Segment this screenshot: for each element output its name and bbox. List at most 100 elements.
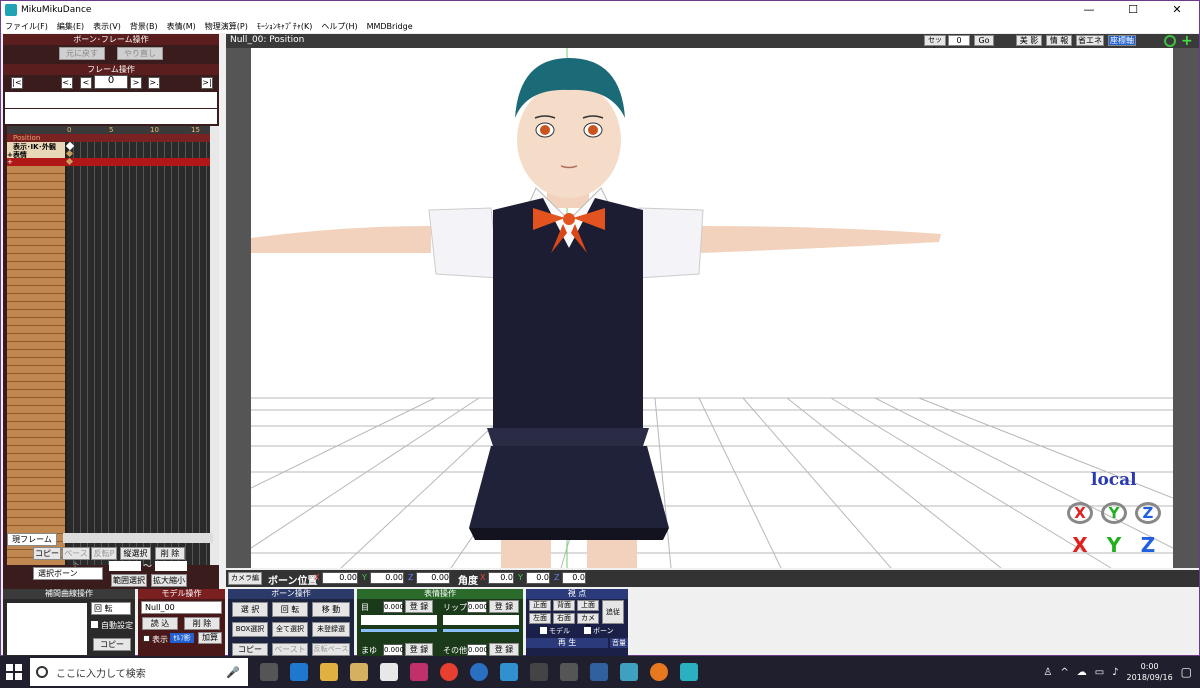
undo-button[interactable]: 元に戻す xyxy=(59,47,105,60)
bone-move-button[interactable]: 移 動 xyxy=(312,602,350,617)
lip-select-dropdown[interactable] xyxy=(443,615,519,625)
file-explorer-icon[interactable] xyxy=(350,663,368,681)
store-icon[interactable] xyxy=(320,663,338,681)
go-button[interactable]: Go xyxy=(974,35,994,46)
lip-value[interactable]: 0.000 xyxy=(467,601,488,613)
angle-x-input[interactable]: 0.0 xyxy=(488,572,514,584)
angle-z-input[interactable]: 0.0 xyxy=(562,572,586,584)
timeline-row-position[interactable]: Position xyxy=(7,134,210,142)
menu-edit[interactable]: 編集(E) xyxy=(57,21,84,32)
model-field-2[interactable] xyxy=(5,109,217,124)
menu-file[interactable]: ファイル(F) xyxy=(5,21,48,32)
redo-button[interactable]: やり直し xyxy=(117,47,163,60)
camera-edit-button[interactable]: カメラ編 xyxy=(228,572,262,585)
model-add-button[interactable]: 加算 xyxy=(198,632,222,644)
people-icon[interactable]: ♙ xyxy=(1043,667,1052,678)
eye-register-button[interactable]: 登 録 xyxy=(405,600,433,613)
menu-help[interactable]: ヘルプ(H) xyxy=(321,21,357,32)
unregistered-select-button[interactable]: 未登録選 xyxy=(312,622,350,637)
mail-icon[interactable] xyxy=(380,663,398,681)
range-select-button[interactable]: 範囲選択 xyxy=(111,574,147,587)
next-frame-button[interactable]: > xyxy=(130,77,142,89)
add-icon[interactable]: + xyxy=(1181,34,1193,48)
bone-rotate-button[interactable]: 回 転 xyxy=(272,602,308,617)
notification-icon[interactable]: ▢ xyxy=(1181,665,1192,679)
chrome-icon[interactable] xyxy=(440,663,458,681)
edge-icon[interactable] xyxy=(290,663,308,681)
windows-start-icon[interactable] xyxy=(6,664,22,680)
box-select-button[interactable]: BOX選択 xyxy=(232,622,268,637)
view-front-button[interactable]: 正面 xyxy=(529,600,551,611)
interp-copy-button[interactable]: コピー xyxy=(93,638,131,651)
set-frame-input[interactable]: 0 xyxy=(948,35,970,46)
brow-register-button[interactable]: 登 録 xyxy=(405,643,433,656)
clock[interactable]: 0:00 2018/09/16 xyxy=(1127,661,1173,683)
move-y-icon[interactable]: Y xyxy=(1099,534,1129,556)
timeline-row-expression[interactable]: +表情 xyxy=(7,150,65,159)
model-select-dropdown[interactable]: Null_00 xyxy=(141,601,222,614)
eye-slider[interactable] xyxy=(361,629,437,632)
reverse-paste-button[interactable]: 反転P xyxy=(91,547,117,560)
brow-value[interactable]: 0.000 xyxy=(383,644,404,656)
taskbar-search-box[interactable]: ここに入力して検索 🎤 xyxy=(30,658,248,686)
menu-view[interactable]: 表示(V) xyxy=(93,21,121,32)
volume-icon[interactable]: ♪ xyxy=(1112,667,1118,678)
first-frame-button[interactable]: |< xyxy=(11,77,23,89)
frame-number-input[interactable]: 0 xyxy=(94,75,128,89)
model-load-button[interactable]: 読 込 xyxy=(142,617,178,630)
prev-key-button[interactable]: <. xyxy=(61,77,73,89)
close-button[interactable]: ✕ xyxy=(1155,1,1199,19)
rotate-y-icon[interactable]: Y xyxy=(1101,502,1127,524)
timeline-row-selected[interactable]: + xyxy=(7,158,210,166)
model-field-1[interactable] xyxy=(5,92,217,108)
frame-grid[interactable] xyxy=(67,134,210,565)
delete-frame-button[interactable]: 削 除 xyxy=(155,547,185,560)
paste-frame-button[interactable]: ペースト xyxy=(62,547,90,569)
browser-icon[interactable] xyxy=(470,663,488,681)
current-frame-button[interactable]: 現フレーム xyxy=(7,533,57,546)
move-x-icon[interactable]: X xyxy=(1065,534,1095,556)
app-icon-pink[interactable] xyxy=(410,663,428,681)
view-back-button[interactable]: 背面 xyxy=(553,600,575,611)
bone-reverse-paste-button[interactable]: 反転ペースト xyxy=(312,643,350,664)
zoom-icon[interactable] xyxy=(1164,35,1176,47)
view-camera-button[interactable]: カメラ xyxy=(577,613,599,631)
app-icon-dark[interactable] xyxy=(530,663,548,681)
menu-motion-capture[interactable]: ﾓｰｼｮﾝｷｬﾌﾟﾁｬ(K) xyxy=(257,21,313,32)
info-button[interactable]: 情 報 xyxy=(1046,35,1072,46)
axis-button[interactable]: 座標軸 xyxy=(1108,35,1136,46)
view-top-button[interactable]: 上面 xyxy=(577,600,599,611)
other-register-button[interactable]: 登 録 xyxy=(489,643,519,656)
copy-frame-button[interactable]: コピー xyxy=(33,547,61,560)
pos-y-input[interactable]: 0.00 xyxy=(370,572,404,584)
pos-x-input[interactable]: 0.00 xyxy=(322,572,358,584)
follow-button[interactable]: 追従 xyxy=(602,600,624,624)
eye-select-dropdown[interactable] xyxy=(361,615,437,625)
pos-z-input[interactable]: 0.00 xyxy=(416,572,450,584)
model-show-checkbox[interactable] xyxy=(143,635,150,642)
visual-studio-icon[interactable] xyxy=(590,663,608,681)
prev-frame-button[interactable]: < xyxy=(80,77,92,89)
home-icon[interactable] xyxy=(500,663,518,681)
eye-value[interactable]: 0.000 xyxy=(383,601,404,613)
select-bone-dropdown[interactable]: 選択ボーン xyxy=(33,567,103,580)
range-start-input[interactable] xyxy=(109,561,141,571)
menu-expression[interactable]: 表情(M) xyxy=(167,21,196,32)
menu-background[interactable]: 背景(B) xyxy=(130,21,158,32)
view-left-button[interactable]: 左面 xyxy=(529,613,551,624)
unity-icon[interactable] xyxy=(560,663,578,681)
blender-icon[interactable] xyxy=(650,663,668,681)
timeline-scrollbar[interactable] xyxy=(210,126,219,565)
minimize-button[interactable]: — xyxy=(1067,1,1111,19)
bone-paste-button[interactable]: ペースト xyxy=(272,643,308,656)
interp-rotate-dropdown[interactable]: 回 転 xyxy=(91,602,131,615)
rotate-x-icon[interactable]: X xyxy=(1067,502,1093,524)
range-end-input[interactable] xyxy=(155,561,187,571)
menu-physics[interactable]: 物理演算(P) xyxy=(205,21,248,32)
last-frame-button[interactable]: >| xyxy=(201,77,213,89)
rotate-z-icon[interactable]: Z xyxy=(1135,502,1161,524)
cube-icon[interactable] xyxy=(620,663,638,681)
view-right-button[interactable]: 右面 xyxy=(553,613,575,624)
chevron-up-icon[interactable]: ^ xyxy=(1060,667,1068,678)
cloud-icon[interactable]: ☁ xyxy=(1077,667,1087,678)
